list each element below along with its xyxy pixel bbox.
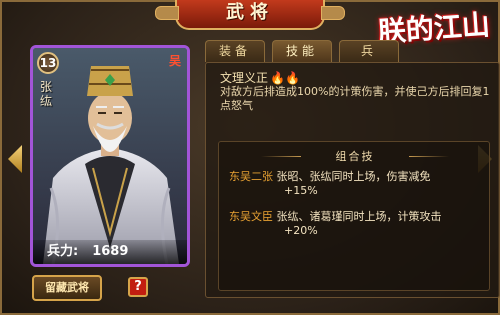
combo-title: 组合技 bbox=[261, 148, 415, 166]
skill-description: 对敌方后排造成100%的计策伤害，并使己方后排回复1点怒气 bbox=[220, 85, 490, 112]
hero-name: 张纮 bbox=[40, 80, 53, 108]
skill-panel: 文理义正 🔥🔥 对敌方后排造成100%的计策伤害，并使己方后排回复1点怒气 组合技… bbox=[205, 62, 500, 298]
tab-skills[interactable]: 技能 bbox=[272, 40, 332, 62]
combo-item: 东吴二张 张昭、张纮同时上场，伤害减免 +15% bbox=[229, 170, 484, 198]
help-button[interactable]: ? bbox=[128, 277, 148, 297]
combo-text: 张昭、张纮同时上场，伤害减免 bbox=[276, 170, 431, 183]
page-title: 武将 bbox=[155, 0, 345, 30]
combo-bonus: +20% bbox=[284, 224, 318, 237]
flame-icon: 🔥🔥 bbox=[270, 71, 300, 85]
combo-name: 东吴二张 bbox=[229, 170, 273, 183]
combo-name: 东吴文臣 bbox=[229, 210, 273, 223]
level-badge: 13 bbox=[37, 52, 59, 74]
combo-text: 张纮、诸葛瑾同时上场，计策攻击 bbox=[276, 210, 442, 223]
tab-troops[interactable]: 兵 bbox=[339, 40, 399, 62]
faction-label: 吴 bbox=[168, 54, 181, 68]
troops-bar: 兵力: 1689 bbox=[33, 240, 187, 264]
combo-item: 东吴文臣 张纮、诸葛瑾同时上场，计策攻击 +20% bbox=[229, 210, 484, 238]
hero-portrait bbox=[33, 48, 187, 264]
troops-label: 兵力: bbox=[47, 244, 79, 259]
skill-header: 文理义正 🔥🔥 bbox=[220, 69, 300, 86]
hero-card[interactable]: 13 吴 张纮 兵力: 1689 bbox=[30, 45, 190, 267]
tab-equipment[interactable]: 装备 bbox=[205, 40, 265, 62]
troops-value: 1689 bbox=[92, 244, 129, 259]
collection-button[interactable]: 留藏武将 bbox=[32, 275, 102, 301]
skill-name: 文理义正 bbox=[220, 71, 269, 85]
combo-box: 组合技 东吴二张 张昭、张纮同时上场，伤害减免 +15% 东吴文臣 张纮、诸葛瑾… bbox=[218, 141, 490, 291]
combo-bonus: +15% bbox=[284, 184, 318, 197]
